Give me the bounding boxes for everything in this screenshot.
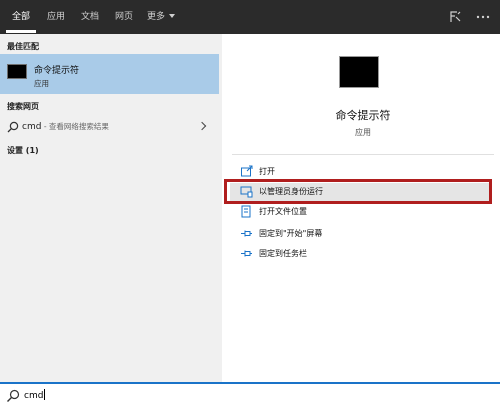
search-scope-bar: 全部 应用 文档 网页 更多	[0, 0, 500, 34]
search-input[interactable]: cmd	[24, 389, 46, 401]
web-search-hint: - 查看网络搜索结果	[41, 122, 109, 131]
divider	[232, 154, 494, 155]
file-location-icon	[241, 205, 251, 218]
tab-web[interactable]: 网页	[110, 0, 138, 34]
tab-documents[interactable]: 文档	[76, 0, 104, 34]
tab-all[interactable]: 全部	[6, 0, 36, 34]
pin-start-icon	[241, 230, 252, 237]
action-pin-to-taskbar-label: 固定到任务栏	[259, 249, 307, 258]
action-open-file-location-label: 打开文件位置	[259, 207, 307, 216]
search-box[interactable]: cmd	[0, 382, 500, 408]
details-title: 命令提示符	[335, 109, 391, 122]
best-match-item[interactable]: 命令提示符 应用	[0, 54, 219, 94]
chevron-right-icon	[197, 121, 207, 131]
best-match-title: 命令提示符	[34, 66, 80, 76]
active-tab-indicator	[6, 30, 36, 33]
chevron-down-icon	[169, 14, 175, 18]
tab-apps[interactable]: 应用	[42, 0, 70, 34]
web-search-query: cmd	[22, 122, 42, 132]
tab-more-label: 更多	[146, 12, 165, 22]
more-options-icon[interactable]	[474, 8, 492, 26]
web-search-text: cmd - 查看网络搜索结果	[22, 121, 109, 132]
command-prompt-icon	[7, 64, 27, 79]
web-search-item[interactable]: cmd - 查看网络搜索结果	[0, 116, 222, 138]
action-open-label: 打开	[259, 167, 275, 176]
action-open-file-location[interactable]: 打开文件位置	[230, 203, 492, 221]
search-icon	[7, 121, 19, 133]
section-settings[interactable]: 设置 (1)	[7, 145, 39, 156]
search-input-value: cmd	[24, 391, 44, 401]
action-pin-to-start[interactable]: 固定到"开始"屏幕	[230, 225, 492, 243]
highlight-annotation	[224, 179, 492, 204]
section-best-match: 最佳匹配	[7, 42, 39, 51]
pin-taskbar-icon	[241, 250, 252, 257]
details-panel: 命令提示符 应用 打开 以管理员身份运行 打开文件位置 固定到"开始"屏幕 固定…	[226, 41, 500, 382]
details-subtitle: 应用	[355, 128, 371, 137]
text-cursor	[44, 389, 46, 400]
action-pin-to-start-label: 固定到"开始"屏幕	[259, 229, 323, 238]
feedback-icon[interactable]	[446, 8, 464, 26]
open-icon	[241, 165, 253, 177]
tab-more[interactable]: 更多	[144, 0, 178, 34]
best-match-subtitle: 应用	[34, 79, 49, 88]
section-web-search: 搜索网页	[7, 102, 39, 111]
action-pin-to-taskbar[interactable]: 固定到任务栏	[230, 245, 492, 263]
search-icon	[7, 389, 20, 402]
command-prompt-large-icon	[339, 56, 379, 88]
